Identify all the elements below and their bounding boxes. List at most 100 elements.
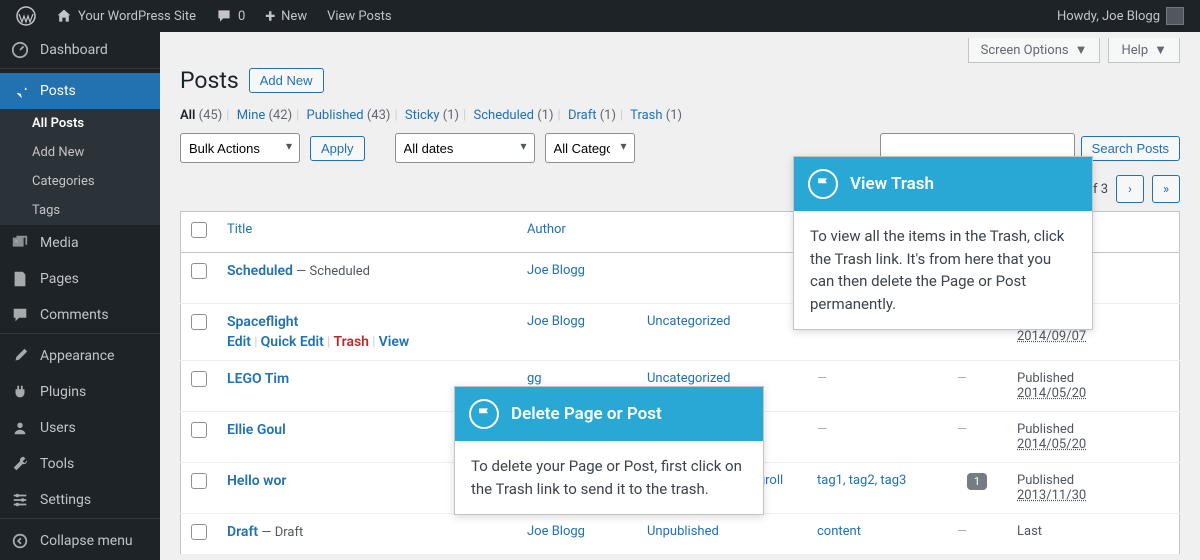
- add-new-button[interactable]: Add New: [249, 68, 324, 93]
- view-posts-link[interactable]: View Posts: [319, 0, 400, 32]
- cell-tags: —: [807, 412, 947, 463]
- author-link[interactable]: Joe Blogg: [527, 314, 585, 329]
- comment-count-badge[interactable]: 1: [967, 473, 987, 490]
- wp-logo[interactable]: [8, 0, 44, 32]
- tag-link[interactable]: tag1, tag2, tag3: [817, 473, 906, 488]
- cell-date: Published2014/05/20: [1007, 412, 1180, 463]
- sidebar-item-posts[interactable]: Posts: [0, 73, 160, 109]
- cell-categories: Unpublished: [637, 514, 807, 555]
- sidebar-item-tools[interactable]: Tools: [0, 446, 160, 482]
- sidebar-item-comments[interactable]: Comments: [0, 297, 160, 333]
- cell-date: Published2014/05/20: [1007, 361, 1180, 412]
- comments-link[interactable]: 0: [208, 0, 253, 32]
- tooltip-body: To view all the items in the Trash, clic…: [794, 211, 1092, 329]
- cell-date: Published2013/11/30: [1007, 463, 1180, 514]
- submenu-categories[interactable]: Categories: [0, 167, 160, 196]
- row-checkbox[interactable]: [191, 473, 207, 489]
- row-checkbox[interactable]: [191, 371, 207, 387]
- filter-all[interactable]: All: [180, 108, 195, 123]
- post-title-link[interactable]: Draft: [227, 524, 258, 540]
- col-author[interactable]: Author: [517, 212, 637, 253]
- media-icon: [10, 233, 30, 253]
- cell-author: Joe Blogg: [517, 514, 637, 555]
- filter-draft[interactable]: Draft: [568, 108, 597, 123]
- filter-published[interactable]: Published: [307, 108, 364, 123]
- cell-tags: —: [807, 361, 947, 412]
- author-link[interactable]: gg: [527, 371, 542, 386]
- cell-author: Joe Blogg: [517, 304, 637, 361]
- row-actions: Edit | Quick Edit | Trash | View: [227, 334, 507, 350]
- site-name-link[interactable]: Your WordPress Site: [48, 0, 204, 32]
- tooltip-delete-post: Delete Page or Post To delete your Page …: [454, 386, 764, 515]
- user-account-link[interactable]: Howdy, Joe Blogg: [1049, 0, 1192, 32]
- brush-icon: [10, 346, 30, 366]
- apply-button[interactable]: Apply: [310, 136, 365, 161]
- category-link[interactable]: Uncategorized: [647, 314, 730, 329]
- sidebar-item-settings[interactable]: Settings: [0, 482, 160, 518]
- admin-sidebar: Dashboard Posts All Posts Add New Catego…: [0, 32, 160, 560]
- filter-sticky[interactable]: Sticky: [405, 108, 440, 123]
- bulk-actions-select[interactable]: Bulk Actions: [180, 133, 300, 163]
- post-title-link[interactable]: Hello wor: [227, 473, 286, 489]
- category-link[interactable]: Unpublished: [647, 524, 719, 539]
- cell-tags: content: [807, 514, 947, 555]
- sidebar-item-users[interactable]: Users: [0, 410, 160, 446]
- next-page-button[interactable]: ›: [1116, 175, 1144, 203]
- last-page-button[interactable]: »: [1152, 175, 1180, 203]
- cell-categories: Uncategorized: [637, 304, 807, 361]
- filter-scheduled[interactable]: Scheduled: [474, 108, 534, 123]
- row-checkbox[interactable]: [191, 524, 207, 540]
- action-view[interactable]: View: [379, 334, 410, 350]
- submenu-all-posts[interactable]: All Posts: [0, 109, 160, 138]
- col-title[interactable]: Title: [217, 212, 517, 253]
- category-filter-select[interactable]: All Categorie: [545, 133, 635, 163]
- submenu-add-new[interactable]: Add New: [0, 138, 160, 167]
- category-link[interactable]: Uncategorized: [647, 371, 730, 386]
- tooltip-body: To delete your Page or Post, first click…: [455, 441, 763, 514]
- table-row: Draft — Draft Joe Blogg Unpublished content…: [181, 514, 1180, 555]
- filter-trash[interactable]: Trash: [630, 108, 662, 123]
- sidebar-item-pages[interactable]: Pages: [0, 261, 160, 297]
- post-title-link[interactable]: Spaceflight: [227, 314, 298, 330]
- sidebar-item-dashboard[interactable]: Dashboard: [0, 32, 160, 68]
- admin-toolbar: Your WordPress Site 0 +New View Posts Ho…: [0, 0, 1200, 32]
- row-checkbox[interactable]: [191, 263, 207, 279]
- pages-icon: [10, 269, 30, 289]
- collapse-icon: [10, 531, 30, 551]
- cell-tags: tag1, tag2, tag3: [807, 463, 947, 514]
- post-title-link[interactable]: LEGO Tim: [227, 371, 289, 387]
- action-trash[interactable]: Trash: [334, 334, 369, 350]
- wrench-icon: [10, 454, 30, 474]
- flag-icon: [808, 169, 838, 199]
- author-link[interactable]: Joe Blogg: [527, 524, 585, 539]
- avatar: [1166, 7, 1184, 25]
- select-all-checkbox[interactable]: [191, 222, 207, 238]
- action-quick-edit[interactable]: Quick Edit: [261, 334, 324, 350]
- submenu-tags[interactable]: Tags: [0, 196, 160, 225]
- cell-title: Draft — Draft: [217, 514, 517, 555]
- comments-icon: [10, 305, 30, 325]
- post-title-link[interactable]: Scheduled: [227, 263, 293, 279]
- collapse-menu[interactable]: Collapse menu: [0, 523, 160, 559]
- help-toggle[interactable]: Help▼: [1108, 38, 1180, 63]
- filter-mine[interactable]: Mine: [237, 108, 266, 123]
- sidebar-item-plugins[interactable]: Plugins: [0, 374, 160, 410]
- post-title-link[interactable]: Ellie Goul: [227, 422, 286, 438]
- sliders-icon: [10, 490, 30, 510]
- new-content-link[interactable]: +New: [257, 0, 315, 32]
- action-edit[interactable]: Edit: [227, 334, 251, 350]
- sidebar-item-appearance[interactable]: Appearance: [0, 338, 160, 374]
- row-checkbox[interactable]: [191, 422, 207, 438]
- cell-date: Last: [1007, 514, 1180, 555]
- tag-link[interactable]: content: [817, 524, 861, 539]
- screen-options-toggle[interactable]: Screen Options▼: [968, 38, 1101, 63]
- tooltip-view-trash: View Trash To view all the items in the …: [793, 156, 1093, 330]
- date-filter-select[interactable]: All dates: [395, 133, 535, 163]
- search-posts-button[interactable]: Search Posts: [1081, 136, 1180, 161]
- cell-comments: 1: [947, 463, 1007, 514]
- row-checkbox[interactable]: [191, 314, 207, 330]
- sidebar-item-media[interactable]: Media: [0, 225, 160, 261]
- cell-title: Scheduled — Scheduled: [217, 253, 517, 304]
- author-link[interactable]: Joe Blogg: [527, 263, 585, 278]
- status-filter-links: All (45)| Mine (42)| Published (43)| Sti…: [180, 108, 1180, 123]
